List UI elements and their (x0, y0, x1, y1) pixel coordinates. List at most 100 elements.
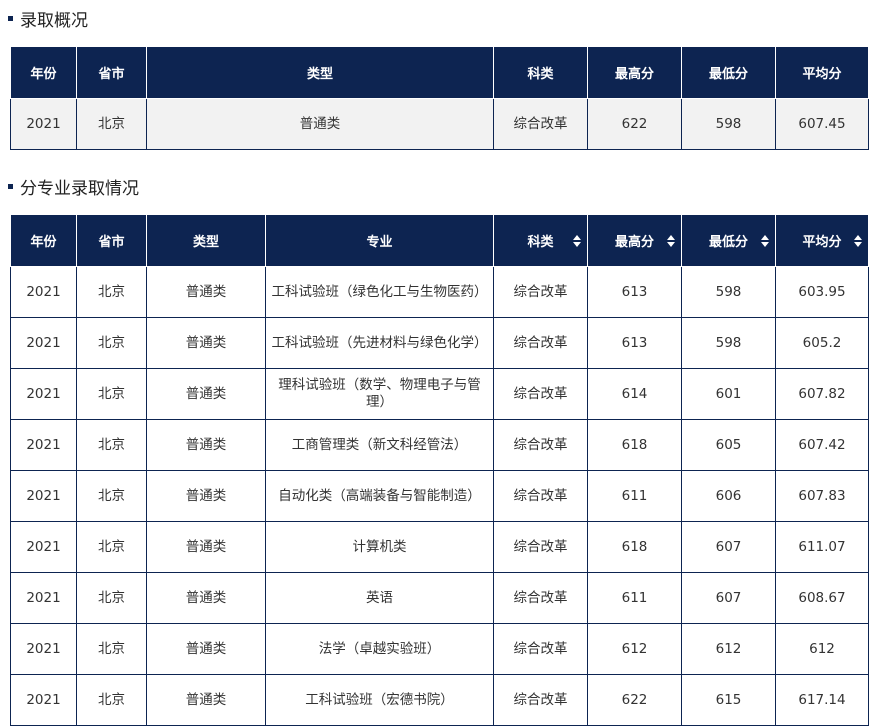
cell-major: 自动化类（高端装备与智能制造） (265, 470, 494, 522)
cell-max: 611 (587, 572, 682, 624)
cell-major: 工科试验班（宏德书院） (265, 674, 494, 726)
cell-year: 2021 (10, 317, 77, 369)
square-bullet-icon (8, 183, 13, 189)
cell-category: 综合改革 (493, 419, 588, 471)
cell-avg: 607.45 (775, 98, 869, 150)
cell-major: 工科试验班（绿色化工与生物医药） (265, 266, 494, 318)
cell-type: 普通类 (146, 572, 266, 624)
table-row: 2021 北京 普通类 计算机类 综合改革 618 607 611.07 (10, 521, 869, 573)
majors-header-avg-sortable[interactable]: 平均分 (775, 214, 869, 267)
cell-max: 611 (587, 470, 682, 522)
cell-province: 北京 (76, 98, 147, 150)
cell-type: 普通类 (146, 98, 494, 150)
cell-province: 北京 (76, 266, 147, 318)
summary-header-year: 年份 (10, 46, 77, 99)
cell-min: 615 (681, 674, 776, 726)
table-row: 2021 北京 普通类 自动化类（高端装备与智能制造） 综合改革 611 606… (10, 470, 869, 522)
cell-max: 618 (587, 521, 682, 573)
summary-header-category: 科类 (493, 46, 588, 99)
cell-category: 综合改革 (493, 266, 588, 318)
cell-type: 普通类 (146, 674, 266, 726)
sort-icon[interactable] (761, 234, 769, 247)
table-row: 2021 北京 普通类 工商管理类（新文科经管法） 综合改革 618 605 6… (10, 419, 869, 471)
majors-header-type: 类型 (146, 214, 266, 267)
cell-avg: 605.2 (775, 317, 869, 369)
sort-icon[interactable] (667, 234, 675, 247)
cell-avg: 607.42 (775, 419, 869, 471)
cell-max: 614 (587, 368, 682, 420)
cell-max: 613 (587, 317, 682, 369)
cell-avg: 608.67 (775, 572, 869, 624)
cell-min: 598 (681, 317, 776, 369)
square-bullet-icon (8, 15, 13, 21)
cell-year: 2021 (10, 266, 77, 318)
cell-category: 综合改革 (493, 317, 588, 369)
cell-avg: 611.07 (775, 521, 869, 573)
cell-province: 北京 (76, 623, 147, 675)
cell-major: 理科试验班（数学、物理电子与管理） (265, 368, 494, 420)
summary-header-type: 类型 (146, 46, 494, 99)
majors-header-row: 年份 省市 类型 专业 科类 最高分 最低分 平均分 (10, 214, 869, 267)
cell-max: 622 (587, 98, 682, 150)
table-row: 2021 北京 普通类 法学（卓越实验班） 综合改革 612 612 612 (10, 623, 869, 675)
cell-province: 北京 (76, 572, 147, 624)
cell-max: 612 (587, 623, 682, 675)
cell-year: 2021 (10, 572, 77, 624)
sort-icon[interactable] (573, 234, 581, 247)
cell-avg: 612 (775, 623, 869, 675)
cell-type: 普通类 (146, 317, 266, 369)
cell-min: 605 (681, 419, 776, 471)
cell-category: 综合改革 (493, 674, 588, 726)
sort-icon[interactable] (854, 234, 862, 247)
summary-header-avg: 平均分 (775, 46, 869, 99)
cell-type: 普通类 (146, 419, 266, 471)
cell-type: 普通类 (146, 266, 266, 318)
cell-avg: 603.95 (775, 266, 869, 318)
cell-year: 2021 (10, 470, 77, 522)
cell-avg: 607.83 (775, 470, 869, 522)
cell-max: 613 (587, 266, 682, 318)
summary-header-row: 年份 省市 类型 科类 最高分 最低分 平均分 (10, 46, 869, 99)
cell-max: 622 (587, 674, 682, 726)
majors-table: 年份 省市 类型 专业 科类 最高分 最低分 平均分 2021 北京 普通类 工… (10, 214, 869, 726)
cell-province: 北京 (76, 470, 147, 522)
cell-category: 综合改革 (493, 470, 588, 522)
majors-header-year: 年份 (10, 214, 77, 267)
summary-header-max: 最高分 (587, 46, 682, 99)
table-row: 2021 北京 普通类 工科试验班（宏德书院） 综合改革 622 615 617… (10, 674, 869, 726)
cell-type: 普通类 (146, 521, 266, 573)
majors-header-category-sortable[interactable]: 科类 (493, 214, 588, 267)
cell-year: 2021 (10, 419, 77, 471)
cell-min: 612 (681, 623, 776, 675)
cell-min: 607 (681, 521, 776, 573)
cell-year: 2021 (10, 674, 77, 726)
cell-major: 工科试验班（先进材料与绿色化学） (265, 317, 494, 369)
cell-category: 综合改革 (493, 623, 588, 675)
table-row: 2021 北京 普通类 综合改革 622 598 607.45 (10, 98, 869, 150)
cell-major: 英语 (265, 572, 494, 624)
cell-min: 598 (681, 266, 776, 318)
majors-header-max-sortable[interactable]: 最高分 (587, 214, 682, 267)
cell-max: 618 (587, 419, 682, 471)
cell-min: 606 (681, 470, 776, 522)
summary-table: 年份 省市 类型 科类 最高分 最低分 平均分 2021 北京 普通类 综合改革… (10, 46, 869, 150)
cell-type: 普通类 (146, 368, 266, 420)
cell-type: 普通类 (146, 470, 266, 522)
majors-header-min-sortable[interactable]: 最低分 (681, 214, 776, 267)
cell-province: 北京 (76, 317, 147, 369)
majors-header-major: 专业 (265, 214, 494, 267)
section-title-majors-label: 分专业录取情况 (20, 178, 139, 199)
cell-min: 601 (681, 368, 776, 420)
cell-category: 综合改革 (493, 572, 588, 624)
cell-category: 综合改革 (493, 521, 588, 573)
cell-year: 2021 (10, 368, 77, 420)
table-row: 2021 北京 普通类 理科试验班（数学、物理电子与管理） 综合改革 614 6… (10, 368, 869, 420)
table-row: 2021 北京 普通类 工科试验班（先进材料与绿色化学） 综合改革 613 59… (10, 317, 869, 369)
cell-province: 北京 (76, 419, 147, 471)
cell-major: 计算机类 (265, 521, 494, 573)
cell-year: 2021 (10, 521, 77, 573)
cell-category: 综合改革 (493, 98, 588, 150)
cell-province: 北京 (76, 521, 147, 573)
cell-category: 综合改革 (493, 368, 588, 420)
section-title-majors: 分专业录取情况 (8, 174, 139, 199)
